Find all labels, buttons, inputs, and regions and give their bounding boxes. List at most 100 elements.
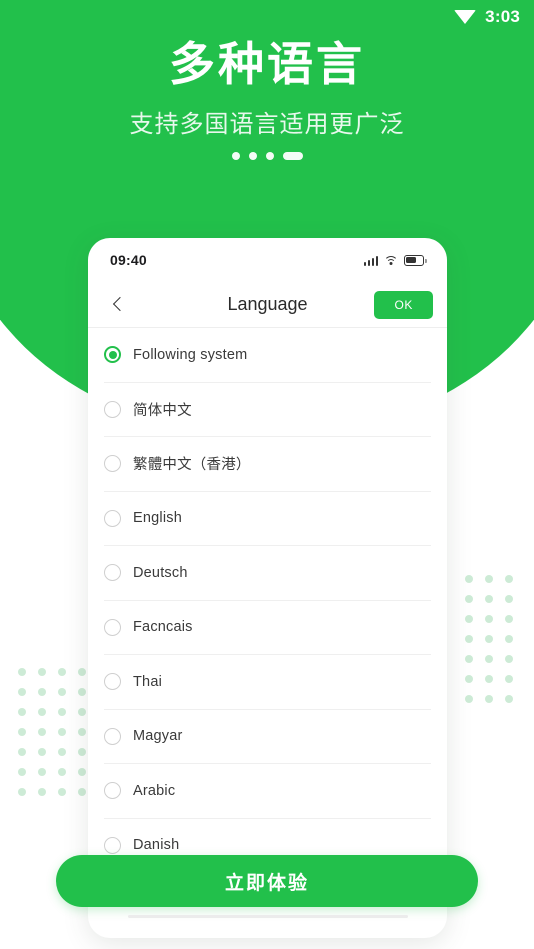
language-option-label: 简体中文 [133,402,192,419]
language-option-row[interactable]: Deutsch [104,546,431,601]
decor-dot [18,708,26,716]
phone-clock: 09:40 [110,252,147,268]
radio-unchecked-icon[interactable] [104,782,121,800]
hero-section: 多种语言 支持多国语言适用更广泛 [0,38,534,160]
decor-dot [18,748,26,756]
phone-status-bar: 09:40 [88,238,447,282]
decor-dot [485,695,493,703]
language-option-label: Danish [133,837,180,854]
decor-dot [38,668,46,676]
battery-icon [404,254,427,266]
language-option-row[interactable]: Magyar [104,710,431,764]
decor-dot [58,708,66,716]
language-option-row[interactable]: 简体中文 [104,383,431,437]
decor-dot [485,655,493,663]
radio-unchecked-icon[interactable] [104,727,121,745]
radio-unchecked-icon[interactable] [104,673,121,691]
decor-dot [38,708,46,716]
decor-dot [505,675,513,683]
language-option-label: Thai [133,673,163,690]
decor-dot [78,688,86,696]
decor-dot [78,728,86,736]
decor-dot [465,575,473,583]
decor-dot [58,748,66,756]
decor-dot [78,668,86,676]
home-indicator [128,915,408,918]
decor-dot [485,675,493,683]
decor-dot [465,595,473,603]
radio-unchecked-icon[interactable] [104,455,121,473]
decor-dot [505,635,513,643]
pager-dot[interactable] [248,151,257,160]
radio-unchecked-icon[interactable] [104,618,121,636]
language-option-list: Following system 简体中文繁體中文（香港） English Deuts… [88,328,447,873]
pager-dot[interactable] [265,151,274,160]
decor-dot [18,688,26,696]
decor-dot [505,615,513,623]
decor-dot [465,695,473,703]
decor-dot-grid-left [18,668,86,796]
decor-dot [38,768,46,776]
language-option-row[interactable]: 繁體中文（香港） [104,437,431,492]
language-option-row[interactable]: Thai [104,655,431,710]
decor-dot [18,668,26,676]
decor-dot [78,788,86,796]
radio-unchecked-icon[interactable] [104,400,121,418]
radio-checked-icon[interactable] [104,346,121,364]
system-clock: 3:03 [485,7,520,26]
language-option-label: 繁體中文（香港） [133,457,251,474]
decor-dot [58,688,66,696]
language-option-row[interactable]: Arabic [104,764,431,819]
decor-dot [58,768,66,776]
page-subtitle: 支持多国语言适用更广泛 [129,110,405,138]
language-option-label: English [133,510,182,527]
language-option-row[interactable]: Facncais [104,601,431,655]
decor-dot [38,748,46,756]
decor-dot [465,655,473,663]
decor-dot [58,728,66,736]
pager-dot[interactable] [231,151,240,160]
decor-dot [38,728,46,736]
decor-dot [465,615,473,623]
decor-dot [78,768,86,776]
decor-dot [505,655,513,663]
phone-mockup-card: 09:40 Language OK Following system 简体中文繁體… [88,238,447,938]
wifi-triangle-icon [454,10,477,24]
onboarding-screen: 3:03 多种语言 支持多国语言适用更广泛 09:40 Language OK … [0,0,534,949]
language-option-label: Arabic [133,782,176,799]
pager-dot-active[interactable] [282,151,303,160]
radio-unchecked-icon[interactable] [104,836,121,854]
phone-status-icons [363,254,427,266]
decor-dot [485,635,493,643]
radio-unchecked-icon[interactable] [104,509,121,527]
decor-dot [485,595,493,603]
language-option-row[interactable]: Following system [104,328,431,383]
decor-dot [505,695,513,703]
decor-dot [58,788,66,796]
system-status-bar: 3:03 [0,0,534,34]
decor-dot [78,748,86,756]
decor-dot [465,635,473,643]
decor-dot [78,708,86,716]
phone-nav-bar: Language OK [88,282,447,328]
language-option-label: Deutsch [133,564,188,581]
language-option-label: Magyar [133,728,183,745]
decor-dot [18,728,26,736]
decor-dot [485,575,493,583]
radio-unchecked-icon[interactable] [104,564,121,582]
pager-indicator [0,151,534,160]
decor-dot [505,595,513,603]
language-option-label: Following system [133,346,248,363]
ok-button[interactable]: OK [374,290,433,319]
decor-dot [38,688,46,696]
decor-dot [38,788,46,796]
decor-dot-grid-right [465,575,513,703]
chevron-left-icon[interactable] [108,294,130,316]
decor-dot [18,788,26,796]
start-experience-button[interactable]: 立即体验 [56,855,478,907]
decor-dot [18,768,26,776]
decor-dot [465,675,473,683]
page-title: 多种语言 [169,38,365,90]
language-option-row[interactable]: English [104,492,431,546]
cellular-signal-icon [363,255,378,266]
